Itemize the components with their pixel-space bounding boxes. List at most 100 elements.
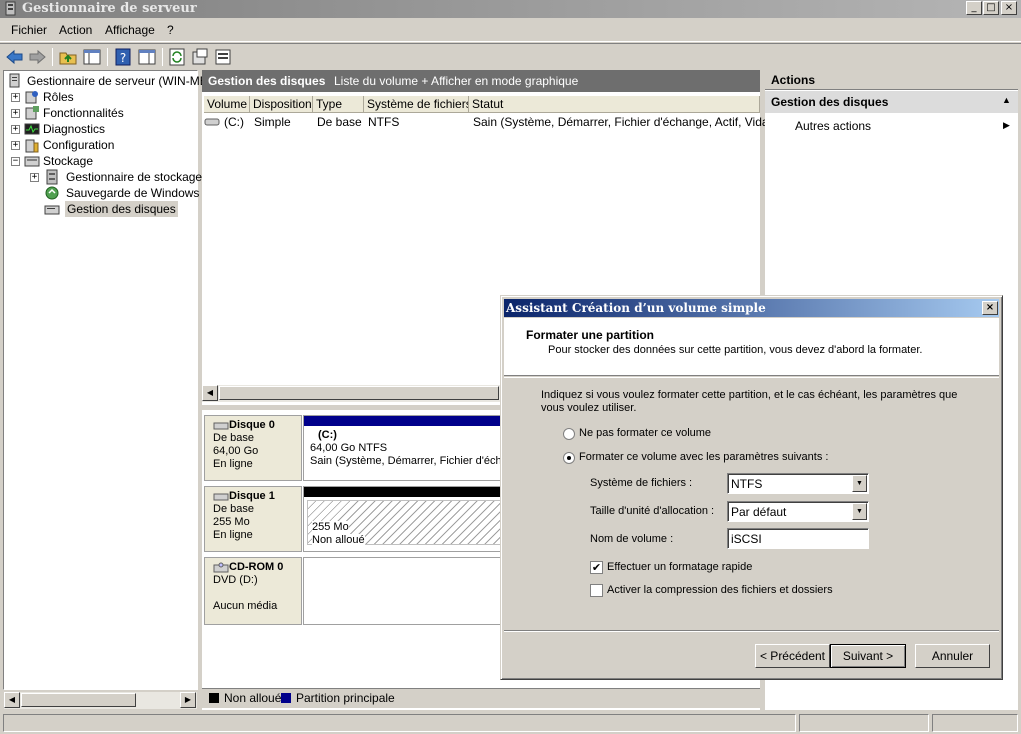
show-hide-tree-icon[interactable] bbox=[82, 47, 102, 67]
maximize-button[interactable]: □ bbox=[983, 1, 999, 15]
menu-affichage[interactable]: Affichage bbox=[105, 23, 155, 37]
filesystem-label: Système de fichiers : bbox=[590, 477, 693, 489]
export-list-icon[interactable] bbox=[190, 47, 210, 67]
status-bar bbox=[0, 712, 1021, 734]
dialog-title: Assistant Création d’un volume simple bbox=[506, 301, 766, 315]
legend-unallocated-label: Non alloué bbox=[224, 691, 282, 705]
cdrom-0-label[interactable]: CD-ROM 0 DVD (D:) Aucun média bbox=[204, 557, 302, 625]
actions-section-disk-mgmt[interactable]: Gestion des disques ▲ bbox=[765, 91, 1018, 113]
col-layout[interactable]: Disposition bbox=[250, 96, 313, 113]
svg-text:?: ? bbox=[120, 51, 126, 65]
col-status[interactable]: Statut bbox=[469, 96, 760, 113]
actions-more[interactable]: Autres actions ▶ bbox=[765, 117, 1018, 135]
chevron-down-icon[interactable]: ▼ bbox=[852, 475, 867, 492]
allocation-size-label: Taille d'unité d'allocation : bbox=[590, 505, 715, 517]
tree-label-diagnostics: Diagnostics bbox=[43, 122, 106, 136]
expand-storage-manager[interactable]: + bbox=[30, 173, 39, 182]
col-type[interactable]: Type bbox=[313, 96, 364, 113]
wizard-subheading: Pour stocker des données sur cette parti… bbox=[548, 344, 923, 356]
actions-section-title: Gestion des disques bbox=[771, 95, 889, 109]
volume-icon bbox=[204, 118, 220, 126]
cell-status: Sain (Système, Démarrer, Fichier d'échan… bbox=[473, 115, 792, 129]
scroll-thumb[interactable] bbox=[21, 693, 136, 707]
title-bar: Gestionnaire de serveur _ □ × bbox=[0, 0, 1021, 18]
radio-format[interactable] bbox=[563, 452, 575, 464]
console-tree: Gestionnaire de serveur (WIN-ME0 + Rôles… bbox=[3, 70, 217, 709]
actions-header: Actions bbox=[765, 70, 1018, 90]
expand-features[interactable]: + bbox=[11, 109, 20, 118]
disk-icon bbox=[213, 493, 229, 500]
roles-icon bbox=[25, 91, 38, 104]
filesystem-value: NTFS bbox=[731, 477, 763, 491]
forward-arrow-icon[interactable] bbox=[27, 47, 47, 67]
cdrom-0-name: CD-ROM 0 bbox=[229, 561, 284, 573]
dialog-close-button[interactable]: × bbox=[982, 301, 998, 315]
submenu-arrow-icon: ▶ bbox=[1003, 120, 1010, 130]
list-scroll-thumb[interactable] bbox=[219, 386, 499, 400]
col-volume[interactable]: Volume bbox=[204, 96, 250, 113]
disk-properties-icon[interactable] bbox=[213, 47, 233, 67]
quick-format-label[interactable]: Effectuer un formatage rapide bbox=[607, 561, 752, 573]
chevron-down-icon[interactable]: ▼ bbox=[852, 503, 867, 520]
radio-format-label[interactable]: Formater ce volume avec les paramètres s… bbox=[579, 451, 828, 463]
menu-action[interactable]: Action bbox=[59, 23, 92, 37]
actions-title: Actions bbox=[771, 73, 816, 87]
window-title: Gestionnaire de serveur bbox=[22, 1, 197, 16]
scroll-right-button[interactable]: ▶ bbox=[180, 692, 196, 708]
radio-no-format-label[interactable]: Ne pas formater ce volume bbox=[579, 427, 711, 439]
previous-button[interactable]: < Précédent bbox=[755, 644, 830, 668]
expand-roles[interactable]: + bbox=[11, 93, 20, 102]
up-folder-icon[interactable] bbox=[58, 47, 78, 67]
cell-layout: Simple bbox=[254, 115, 291, 129]
compression-label[interactable]: Activer la compression des fichiers et d… bbox=[607, 584, 833, 596]
cancel-button[interactable]: Annuler bbox=[915, 644, 990, 668]
status-cell-2 bbox=[799, 714, 929, 732]
disk-0-label[interactable]: Disque 0 De base 64,00 Go En ligne bbox=[204, 415, 302, 481]
tree-label-storage-manager: Gestionnaire de stockage p bbox=[66, 170, 213, 184]
cell-type: De base bbox=[317, 115, 362, 129]
disk-1-label[interactable]: Disque 1 De base 255 Mo En ligne bbox=[204, 486, 302, 552]
collapse-storage[interactable]: − bbox=[11, 157, 20, 166]
diagnostics-icon bbox=[24, 123, 40, 135]
close-button[interactable]: × bbox=[1001, 1, 1017, 15]
volume-name-input[interactable]: iSCSI bbox=[727, 528, 869, 549]
col-filesystem[interactable]: Système de fichiers bbox=[364, 96, 469, 113]
help-icon[interactable]: ? bbox=[113, 47, 133, 67]
back-arrow-icon[interactable] bbox=[5, 47, 25, 67]
filesystem-select[interactable]: NTFS ▼ bbox=[727, 473, 869, 494]
allocation-size-select[interactable]: Par défaut ▼ bbox=[727, 501, 869, 522]
list-scroll-left[interactable]: ◀ bbox=[202, 385, 218, 401]
wizard-intro-text: Indiquez si vous voulez formater cette p… bbox=[541, 389, 958, 414]
disk-1-name: Disque 1 bbox=[229, 490, 275, 502]
dialog-title-bar: Assistant Création d’un volume simple bbox=[504, 299, 999, 317]
table-row[interactable]: (C:) Simple De base NTFS Sain (Système, … bbox=[202, 114, 791, 130]
minimize-button[interactable]: _ bbox=[966, 1, 982, 15]
expand-diagnostics[interactable]: + bbox=[11, 125, 20, 134]
refresh-icon[interactable] bbox=[167, 47, 187, 67]
tree-label-backup: Sauvegarde de Windows Se bbox=[66, 186, 218, 200]
disk-0-state: En ligne bbox=[213, 458, 253, 470]
expand-configuration[interactable]: + bbox=[11, 141, 20, 150]
collapse-triangle-icon[interactable]: ▲ bbox=[1002, 95, 1011, 105]
properties-pane-icon[interactable] bbox=[137, 47, 157, 67]
tree-label-roles: Rôles bbox=[43, 90, 74, 104]
disk-0-type: De base bbox=[213, 432, 254, 444]
cell-filesystem: NTFS bbox=[368, 115, 400, 129]
menu-help[interactable]: ? bbox=[167, 23, 174, 37]
menu-fichier[interactable]: Fichier bbox=[11, 23, 47, 37]
volume-name-label: Nom de volume : bbox=[590, 533, 674, 545]
quick-format-checkbox[interactable]: ✔ bbox=[590, 561, 603, 574]
disk-1-type: De base bbox=[213, 503, 254, 515]
backup-icon bbox=[45, 186, 59, 200]
tree-horizontal-scrollbar[interactable]: ◀ ▶ bbox=[4, 692, 197, 709]
tree-label-storage: Stockage bbox=[43, 154, 94, 168]
compression-checkbox[interactable] bbox=[590, 584, 603, 597]
pane-subtitle: Liste du volume + Afficher en mode graph… bbox=[334, 74, 579, 88]
wizard-heading: Formater une partition bbox=[526, 328, 655, 342]
next-button[interactable]: Suivant > bbox=[830, 644, 906, 668]
radio-no-format[interactable] bbox=[563, 428, 575, 440]
server-icon bbox=[9, 73, 20, 88]
configuration-icon bbox=[25, 139, 39, 153]
scroll-left-button[interactable]: ◀ bbox=[4, 692, 20, 708]
legend: Non alloué Partition principale bbox=[202, 688, 760, 708]
